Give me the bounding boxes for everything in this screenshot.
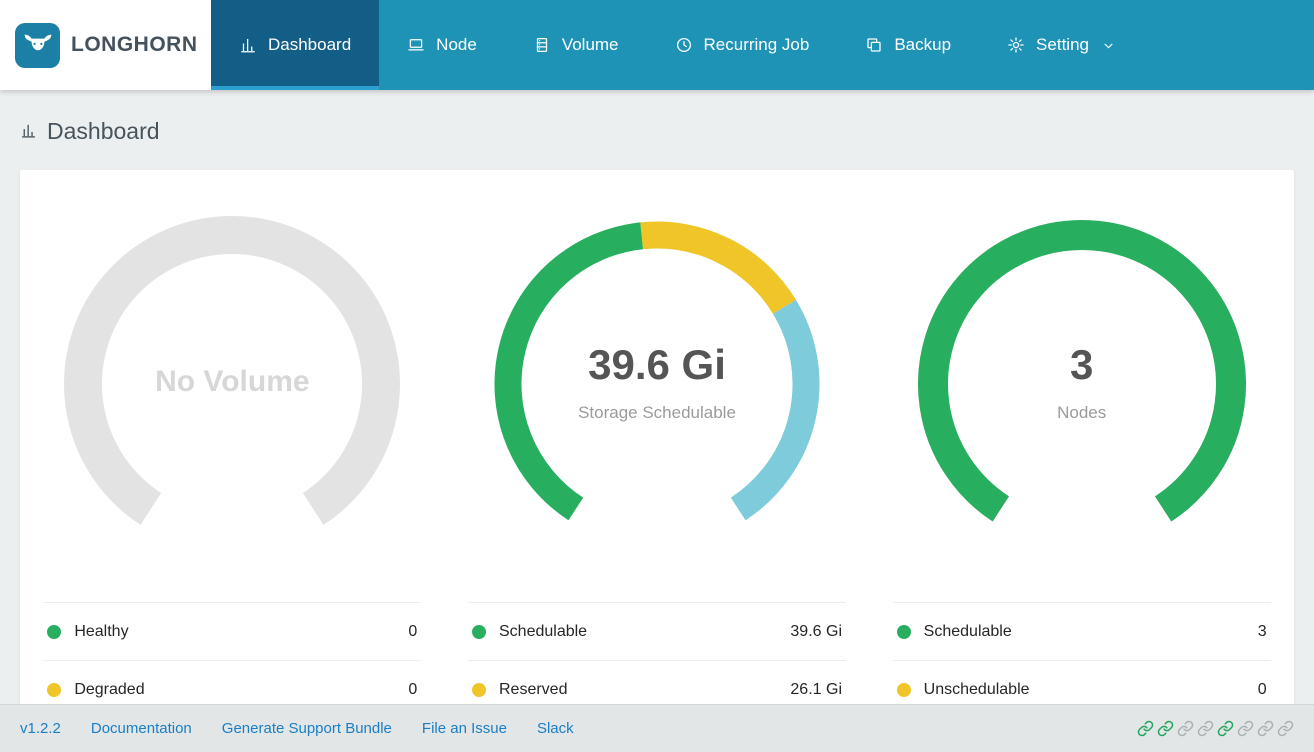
brand-name: LONGHORN (71, 33, 198, 56)
legend-row: Schedulable 39.6 Gi (468, 602, 846, 660)
main-content: Dashboard No Volume Healthy 0 Degraded 0… (0, 116, 1314, 747)
legend-value: 39.6 Gi (790, 622, 842, 640)
legend-dot (47, 682, 62, 697)
link-icon[interactable] (1137, 720, 1154, 737)
nav-item-dashboard[interactable]: Dashboard (211, 0, 380, 90)
navbar: LONGHORN Dashboard Node Volume Recurring… (0, 0, 1314, 90)
gauge-value: 3 (1069, 341, 1094, 388)
page-title-text: Dashboard (47, 118, 160, 144)
legend-label: Degraded (74, 680, 145, 698)
chevron-down-icon (1102, 39, 1115, 52)
clock-icon (675, 36, 693, 54)
nav-item-label: Recurring Job (703, 35, 810, 54)
footer-link-file-issue[interactable]: File an Issue (422, 720, 507, 737)
legend-label: Schedulable (499, 622, 588, 640)
legend-value: 26.1 Gi (790, 680, 842, 698)
footer-link-documentation[interactable]: Documentation (91, 720, 192, 737)
dashboard-card: No Volume Healthy 0 Degraded 0 39.6 Gi S… (20, 170, 1294, 747)
legend-label: Reserved (499, 680, 568, 698)
legend-row: Healthy 0 (43, 602, 422, 660)
volume-chart-column: No Volume Healthy 0 Degraded 0 (20, 194, 445, 747)
page-title: Dashboard (20, 116, 1294, 146)
link-icon[interactable] (1277, 720, 1294, 737)
volume-gauge: No Volume (52, 206, 412, 558)
legend-dot (472, 682, 486, 697)
version-label: v1.2.2 (20, 720, 61, 737)
link-icon[interactable] (1237, 720, 1254, 737)
nav-item-label: Volume (561, 35, 619, 54)
link-icon[interactable] (1177, 720, 1194, 737)
nodes-gauge: 3 Nodes (902, 206, 1262, 558)
nav-item-node[interactable]: Node (379, 0, 505, 90)
storage-gauge: 39.6 Gi Storage Schedulable (477, 206, 837, 558)
legend-value: 0 (408, 680, 418, 698)
gauge-center: No Volume (52, 206, 412, 558)
nav-item-label: Backup (894, 35, 952, 54)
legend-dot (896, 682, 911, 697)
gear-icon (1007, 36, 1025, 54)
gauge-value: No Volume (155, 365, 310, 398)
footer: v1.2.2 Documentation Generate Support Bu… (0, 704, 1314, 752)
legend-value: 0 (408, 622, 418, 640)
footer-links: v1.2.2 Documentation Generate Support Bu… (20, 720, 574, 737)
legend-dot (472, 624, 486, 639)
bar-chart-icon (20, 116, 37, 146)
storage-legend: Schedulable 39.6 Gi Reserved 26.1 Gi (468, 602, 846, 718)
legend-label: Healthy (74, 622, 129, 640)
nav-item-label: Node (436, 35, 477, 54)
footer-link-slack[interactable]: Slack (537, 720, 574, 737)
link-icon[interactable] (1217, 720, 1234, 737)
nav-item-backup[interactable]: Backup (837, 0, 979, 90)
link-icon[interactable] (1257, 720, 1274, 737)
nav-item-setting[interactable]: Setting (979, 0, 1143, 90)
nav-item-label: Dashboard (268, 35, 352, 54)
footer-link-icons (1137, 720, 1294, 737)
legend-row: Schedulable 3 (892, 602, 1271, 660)
copy-icon (865, 36, 883, 54)
bar-chart-icon (239, 36, 257, 54)
link-icon[interactable] (1157, 720, 1174, 737)
logo[interactable]: LONGHORN (0, 0, 211, 90)
gauge-label: Nodes (1057, 403, 1107, 422)
legend-label: Schedulable (923, 622, 1012, 640)
database-icon (533, 36, 551, 54)
nodes-chart-column: 3 Nodes Schedulable 3 Unschedulable 0 (869, 194, 1294, 747)
volume-legend: Healthy 0 Degraded 0 (43, 602, 422, 718)
nav-items: Dashboard Node Volume Recurring Job Back… (211, 0, 1314, 90)
gauge-value: 39.6 Gi (588, 341, 726, 388)
gauge-center: 39.6 Gi Storage Schedulable (477, 206, 837, 558)
link-icon[interactable] (1197, 720, 1214, 737)
nodes-legend: Schedulable 3 Unschedulable 0 (892, 602, 1271, 718)
storage-chart-column: 39.6 Gi Storage Schedulable Schedulable … (445, 194, 870, 747)
nav-item-recurring-job[interactable]: Recurring Job (647, 0, 838, 90)
laptop-icon (407, 36, 425, 54)
longhorn-logo-icon (15, 22, 60, 68)
legend-value: 3 (1257, 622, 1267, 640)
footer-link-support-bundle[interactable]: Generate Support Bundle (222, 720, 392, 737)
legend-value: 0 (1257, 680, 1267, 698)
nav-item-volume[interactable]: Volume (505, 0, 647, 90)
nav-item-label: Setting (1036, 35, 1089, 54)
gauge-center: 3 Nodes (902, 206, 1262, 558)
legend-label: Unschedulable (923, 680, 1030, 698)
legend-dot (47, 624, 62, 639)
gauge-label: Storage Schedulable (578, 403, 736, 422)
legend-dot (896, 624, 911, 639)
